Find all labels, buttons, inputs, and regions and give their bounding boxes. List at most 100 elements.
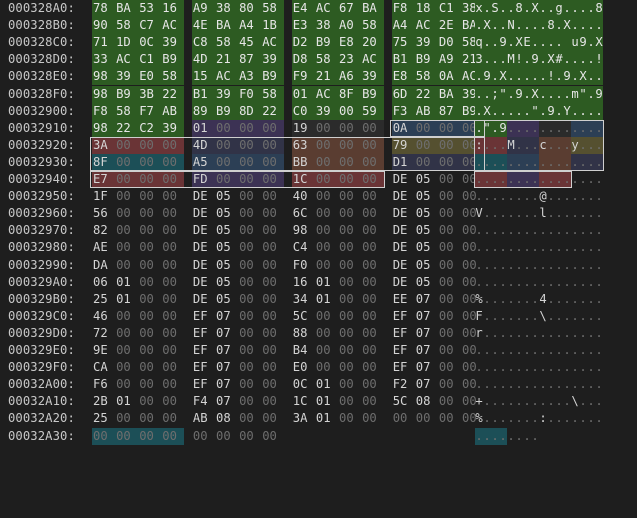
ascii-char[interactable]: . (491, 68, 499, 86)
ascii-char[interactable]: 8 (547, 17, 555, 35)
ascii-char[interactable]: q (475, 34, 483, 52)
hex-byte[interactable]: 00 (138, 171, 162, 188)
ascii-char[interactable]: . (499, 410, 507, 427)
ascii-char[interactable]: . (475, 342, 483, 359)
ascii-char[interactable]: . (579, 239, 587, 256)
hex-byte[interactable]: C1 (437, 0, 461, 17)
ascii-char[interactable]: . (515, 17, 523, 35)
hex-byte[interactable]: 39 (261, 51, 285, 69)
hex-byte[interactable]: 00 (215, 119, 238, 137)
ascii-char[interactable]: . (499, 274, 507, 291)
hex-byte[interactable]: F7 (138, 102, 162, 120)
ascii-char[interactable]: . (587, 222, 595, 239)
ascii-char[interactable]: . (523, 222, 531, 239)
ascii-char[interactable]: . (587, 393, 595, 410)
ascii-char[interactable]: . (555, 102, 563, 120)
ascii-char[interactable]: . (491, 410, 499, 427)
ascii-char[interactable]: . (587, 188, 595, 205)
hex-byte[interactable]: 00 (161, 188, 184, 205)
ascii-char[interactable]: ; (491, 85, 499, 103)
ascii-char[interactable]: . (507, 239, 515, 256)
hex-byte[interactable]: 8F (92, 153, 115, 171)
hex-byte[interactable]: 00 (338, 119, 361, 137)
hex-byte[interactable]: AC (215, 68, 238, 86)
ascii-char[interactable]: . (579, 205, 587, 222)
hex-byte[interactable]: B9 (261, 68, 285, 86)
hex-byte[interactable]: 00 (438, 393, 461, 410)
hex-byte[interactable]: 22 (414, 85, 438, 103)
ascii-char[interactable]: . (491, 222, 499, 239)
hex-byte[interactable]: 56 (92, 205, 115, 222)
hex-byte[interactable]: 22 (261, 102, 285, 120)
ascii-char[interactable]: . (547, 205, 555, 222)
hex-byte[interactable]: DE (392, 205, 415, 222)
hex-byte[interactable]: 75 (391, 34, 415, 52)
hex-byte[interactable]: 00 (138, 222, 161, 239)
ascii-char[interactable]: . (555, 222, 563, 239)
hex-byte[interactable]: 22 (115, 119, 139, 137)
ascii-char[interactable]: . (531, 325, 539, 342)
ascii-char[interactable]: . (515, 274, 523, 291)
ascii-char[interactable]: . (515, 342, 523, 359)
hex-byte[interactable]: 05 (415, 239, 438, 256)
hex-byte[interactable]: 00 (438, 188, 461, 205)
ascii-char[interactable]: . (531, 257, 539, 274)
hex-byte[interactable]: 3A (292, 410, 315, 427)
ascii-char[interactable]: . (555, 342, 563, 359)
ascii-char[interactable]: . (563, 136, 571, 154)
ascii-char[interactable]: . (555, 325, 563, 342)
hex-byte[interactable]: 00 (138, 410, 161, 427)
hex-byte[interactable]: BA (437, 85, 461, 103)
hex-byte[interactable]: DE (392, 274, 415, 291)
ascii-char[interactable]: . (555, 274, 563, 291)
hex-byte[interactable]: 23 (338, 51, 361, 69)
hex-byte[interactable]: 00 (361, 171, 385, 188)
ascii-char[interactable]: . (539, 153, 547, 171)
hex-byte[interactable]: 00 (338, 274, 361, 291)
ascii-char[interactable]: . (499, 427, 507, 445)
ascii-char[interactable]: . (491, 171, 499, 188)
hex-byte[interactable]: D1 (391, 153, 415, 171)
ascii-char[interactable]: . (587, 342, 595, 359)
hex-byte[interactable]: 20 (361, 34, 385, 52)
ascii-char[interactable]: : (475, 136, 483, 154)
ascii-char[interactable]: . (515, 325, 523, 342)
ascii-char[interactable]: . (539, 274, 547, 291)
hex-byte[interactable]: B9 (414, 51, 438, 69)
hex-byte[interactable]: 00 (261, 393, 284, 410)
ascii-char[interactable]: . (499, 188, 507, 205)
ascii-char[interactable]: . (563, 85, 571, 103)
ascii-char[interactable]: . (523, 393, 531, 410)
ascii-char[interactable]: . (483, 51, 491, 69)
hex-byte[interactable]: 00 (361, 342, 384, 359)
ascii-char[interactable]: . (491, 393, 499, 410)
ascii-char[interactable]: . (579, 291, 587, 308)
ascii-char[interactable]: . (539, 325, 547, 342)
hex-byte[interactable]: A5 (191, 153, 215, 171)
ascii-char[interactable]: . (579, 171, 587, 188)
ascii-char[interactable]: ! (547, 68, 555, 86)
ascii-char[interactable]: . (483, 410, 491, 427)
hex-byte[interactable]: AC (314, 0, 338, 17)
ascii-char[interactable]: . (491, 291, 499, 308)
hex-byte[interactable]: 08 (215, 410, 238, 427)
ascii-char[interactable]: . (555, 136, 563, 154)
hex-byte[interactable]: 25 (92, 291, 115, 308)
hex-byte[interactable]: 00 (138, 153, 162, 171)
ascii-char[interactable]: . (475, 153, 483, 171)
ascii-char[interactable]: . (515, 188, 523, 205)
hex-byte[interactable]: 00 (361, 274, 384, 291)
ascii-char[interactable]: . (507, 68, 515, 86)
hex-byte[interactable]: BA (215, 17, 238, 35)
hex-byte[interactable]: 39 (115, 68, 139, 86)
ascii-char[interactable]: . (531, 308, 539, 325)
ascii-char[interactable]: . (507, 171, 515, 188)
hex-byte[interactable]: C8 (191, 34, 215, 52)
ascii-char[interactable]: . (555, 410, 563, 427)
ascii-char[interactable]: . (523, 257, 531, 274)
ascii-char[interactable]: . (531, 68, 539, 86)
hex-byte[interactable]: A9 (437, 51, 461, 69)
hex-byte[interactable]: 00 (238, 205, 261, 222)
ascii-char[interactable]: . (515, 359, 523, 376)
ascii-char[interactable]: . (571, 171, 579, 188)
